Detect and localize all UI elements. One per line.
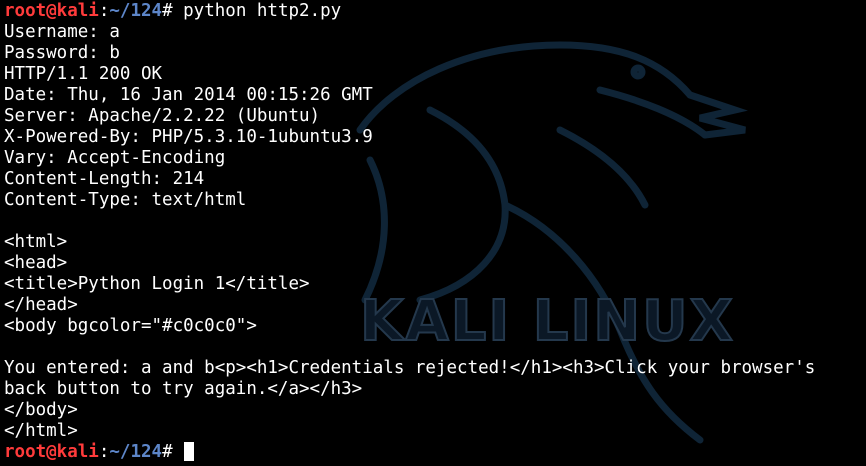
- output-line: Server: Apache/2.2.22 (Ubuntu): [4, 106, 321, 126]
- prompt-user-host: root@kali: [4, 1, 99, 21]
- prompt-colon: :: [98, 442, 110, 462]
- output-line: back button to try again.</a></h3>: [4, 379, 363, 399]
- output-line: </body>: [4, 400, 78, 420]
- prompt-colon: :: [98, 1, 110, 21]
- text-cursor: [184, 442, 195, 461]
- output-line: <title>Python Login 1</title>: [4, 274, 310, 294]
- output-line: Username: a: [4, 22, 120, 42]
- terminal-window[interactable]: KALI LINUX root@kali:~/124# python http2…: [0, 0, 866, 466]
- output-line: HTTP/1.1 200 OK: [4, 64, 163, 84]
- prompt-symbol: #: [162, 442, 173, 462]
- output-line: [4, 211, 815, 232]
- output-line: Password: b: [4, 43, 120, 63]
- prompt-symbol: #: [162, 1, 173, 21]
- terminal-output: root@kali:~/124# python http2.py Username…: [4, 1, 815, 463]
- command-input[interactable]: [173, 442, 184, 462]
- output-line: Date: Thu, 16 Jan 2014 00:15:26 GMT: [4, 85, 373, 105]
- output-line: [4, 337, 815, 358]
- prompt-cwd: ~/124: [109, 1, 163, 21]
- output-line: You entered: a and b<p><h1>Credentials r…: [4, 358, 816, 378]
- output-line: X-Powered-By: PHP/5.3.10-1ubuntu3.9: [4, 127, 373, 147]
- output-line: Vary: Accept-Encoding: [4, 148, 226, 168]
- input-prompt-line[interactable]: root@kali:~/124#: [4, 442, 815, 463]
- output-line: <head>: [4, 253, 68, 273]
- output-line: <body bgcolor="#c0c0c0">: [4, 316, 257, 336]
- output-line: </head>: [4, 295, 78, 315]
- command-line: root@kali:~/124# python http2.py: [4, 1, 815, 22]
- output-line: Content-Type: text/html: [4, 190, 247, 210]
- output-line: <html>: [4, 232, 68, 252]
- prompt-user-host: root@kali: [4, 442, 99, 462]
- prompt-cwd: ~/124: [109, 442, 163, 462]
- command-text: python http2.py: [172, 1, 342, 21]
- output-line: Content-Length: 214: [4, 169, 205, 189]
- output-line: </html>: [4, 421, 78, 441]
